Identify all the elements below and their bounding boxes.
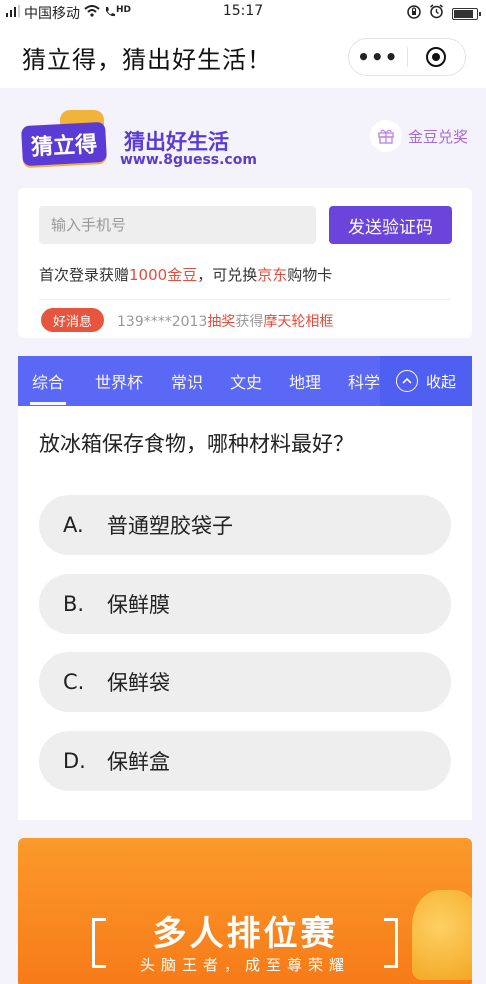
question-text: 放冰箱保存食物，哪种材料最好？ <box>39 432 354 456</box>
option-letter: D. <box>63 749 86 773</box>
ranked-match-banner[interactable]: 多人排位赛 头脑王者，成至尊荣耀 <box>18 838 472 984</box>
brand-header: 猜立得 猜出好生活 www.8guess.com 金豆兑奖 <box>0 88 486 188</box>
news-badge: 好消息 <box>41 308 105 332</box>
target-icon <box>426 47 447 67</box>
page-title: 猜立得，猜出好生活！ <box>22 46 272 74</box>
option-text: 保鲜袋 <box>107 671 170 695</box>
redeem-gold-button[interactable]: 金豆兑奖 <box>370 120 468 152</box>
battery-icon <box>452 7 481 20</box>
miniprogram-capsule: ••• <box>348 38 466 76</box>
banner-subtitle: 头脑王者，成至尊荣耀 <box>139 956 350 974</box>
tab-literature-history[interactable]: 文史 <box>230 369 262 393</box>
promo-prefix: 首次登录获赠 <box>39 266 130 284</box>
tab-general[interactable]: 综合 <box>29 369 67 405</box>
tab-geography[interactable]: 地理 <box>289 369 321 393</box>
option-b[interactable]: B. 保鲜膜 <box>39 574 451 634</box>
news-ticker: 139****2013抽奖获得摩天轮相框 <box>117 311 333 331</box>
option-letter: B. <box>63 592 85 616</box>
rotation-lock-icon <box>407 4 421 23</box>
question-card: 放冰箱保存食物，哪种材料最好？ A. 普通塑胶袋子 B. 保鲜膜 C. 保鲜袋 … <box>18 406 472 820</box>
brand-url: www.8guess.com <box>120 152 257 168</box>
news-user: 139****2013 <box>117 314 208 330</box>
promo-brand: 京东 <box>257 266 288 284</box>
promo-middle: ，可兑换 <box>197 266 258 284</box>
option-c[interactable]: C. 保鲜袋 <box>39 652 451 712</box>
more-button[interactable]: ••• <box>349 45 407 69</box>
title-bar: 猜立得，猜出好生活！ ••• <box>0 24 486 88</box>
tab-world-cup[interactable]: 世界杯 <box>95 369 143 393</box>
option-text: 保鲜盒 <box>107 750 170 774</box>
tab-common-sense[interactable]: 常识 <box>171 369 203 393</box>
collapse-label: 收起 <box>425 372 456 391</box>
option-text: 保鲜膜 <box>107 593 170 617</box>
phone-input[interactable] <box>39 206 316 244</box>
option-text: 普通塑胶袋子 <box>107 514 233 538</box>
close-miniprogram-button[interactable] <box>407 47 465 67</box>
promo-suffix: 购物卡 <box>287 266 333 284</box>
option-letter: C. <box>63 670 85 694</box>
option-d[interactable]: D. 保鲜盒 <box>39 731 451 791</box>
alarm-icon <box>429 4 444 23</box>
gift-icon <box>370 120 402 152</box>
option-a[interactable]: A. 普通塑胶袋子 <box>39 495 451 555</box>
option-letter: A. <box>63 513 84 537</box>
news-action: 抽奖 <box>207 314 236 330</box>
status-bar: 中国移动 HD 15:17 <box>0 0 486 24</box>
tab-science[interactable]: 科学 <box>348 369 380 393</box>
collapse-tabs-button[interactable]: 收起 <box>380 356 472 406</box>
chevron-up-icon <box>395 370 418 392</box>
login-promo-text: 首次登录获赠1000金豆，可兑换京东购物卡 <box>39 264 332 285</box>
category-tabs: 综合 世界杯 常识 文史 地理 科学 收起 <box>18 356 472 406</box>
card-divider <box>39 299 451 300</box>
news-prize: 摩天轮相框 <box>263 314 334 330</box>
news-verb: 获得 <box>235 314 264 330</box>
promo-amount: 1000金豆 <box>129 266 198 284</box>
login-card: 发送验证码 首次登录获赠1000金豆，可兑换京东购物卡 好消息 139****2… <box>18 188 472 338</box>
banner-title: 多人排位赛 <box>152 914 338 954</box>
redeem-gold-label: 金豆兑奖 <box>408 127 469 146</box>
app-logo: 猜立得 <box>21 121 107 167</box>
send-code-button[interactable]: 发送验证码 <box>329 206 452 244</box>
